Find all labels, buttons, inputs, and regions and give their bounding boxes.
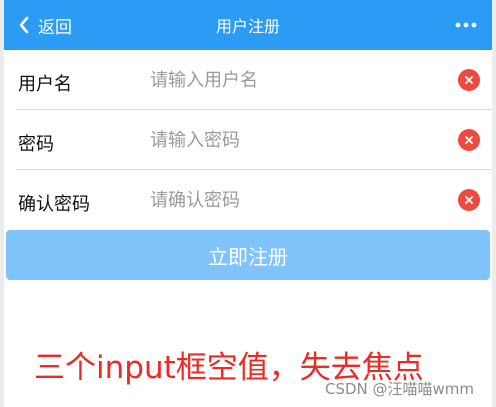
username-input[interactable] [150,62,440,98]
password-label: 密码 [18,134,54,155]
register-button[interactable]: 立即注册 [6,230,490,280]
more-button[interactable] [452,0,480,50]
clear-circle-icon [465,76,473,84]
back-button[interactable]: 返回 [18,0,72,50]
page-title: 用户注册 [215,17,280,36]
watermark: CSDN @汪喵喵wmm [324,380,474,398]
confirm-password-input[interactable] [150,182,440,218]
form-row-confirm-password: 确认密码 [4,170,492,230]
register-page: 返回 用户注册 用户名 密码 [0,0,496,407]
navbar: 返回 用户注册 [4,0,492,50]
confirm-password-label: 确认密码 [18,194,90,215]
username-label: 用户名 [18,74,72,95]
form-row-username: 用户名 [4,50,492,110]
password-input[interactable] [150,122,440,158]
chevron-left-icon [19,16,29,34]
clear-circle-icon [465,196,473,204]
clear-circle-icon [465,136,473,144]
password-clear-button[interactable] [458,129,480,151]
confirm-password-clear-button[interactable] [458,189,480,211]
username-clear-button[interactable] [458,69,480,91]
more-dots-icon [455,22,477,28]
form-row-password: 密码 [4,110,492,170]
back-label: 返回 [38,17,72,38]
